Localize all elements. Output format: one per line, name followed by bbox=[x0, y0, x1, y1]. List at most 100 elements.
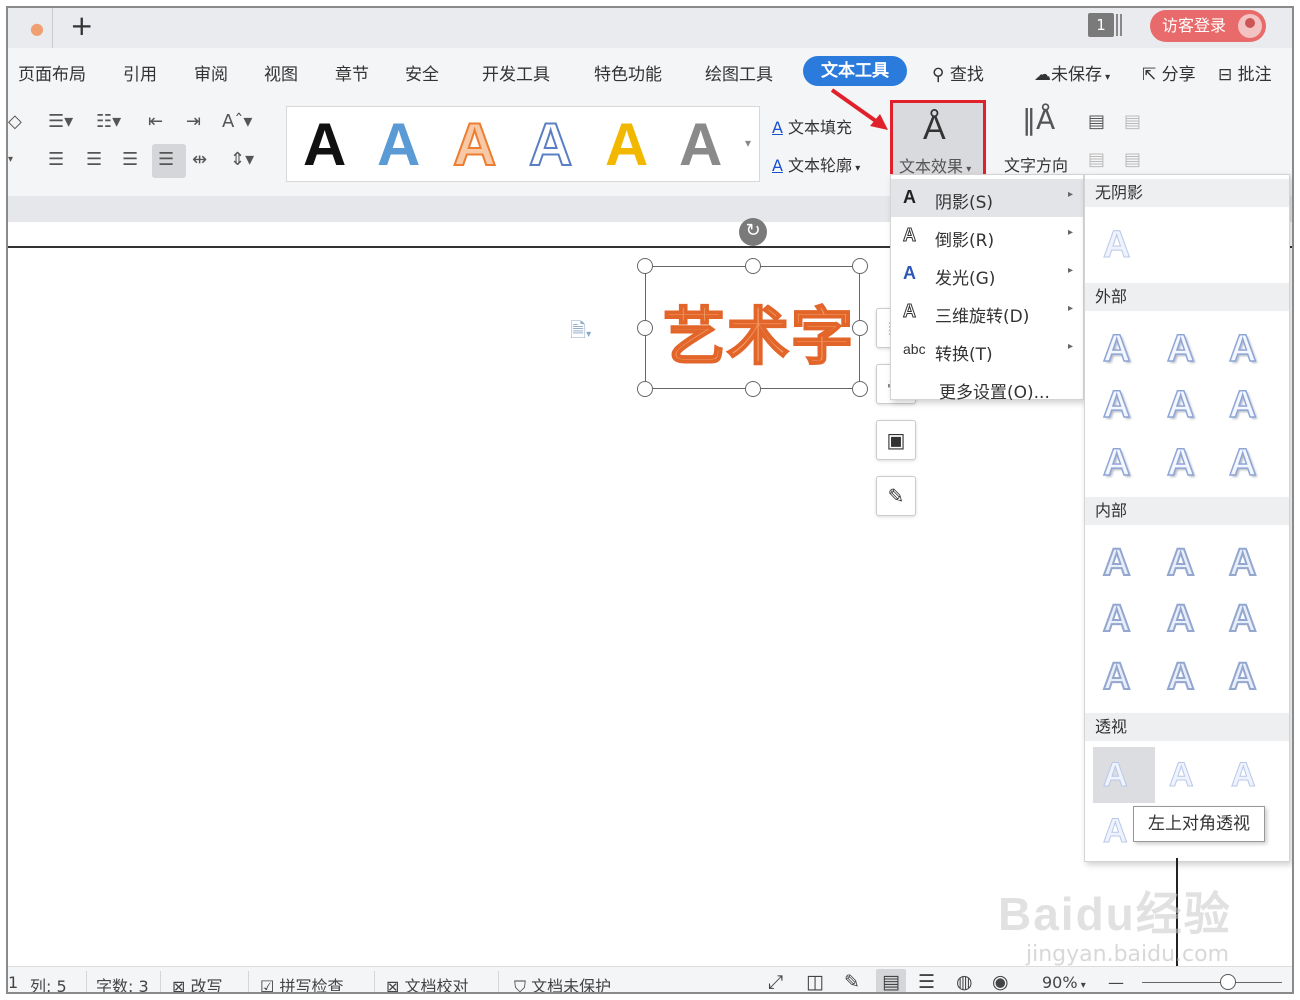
increase-indent-icon[interactable]: ⇥ bbox=[186, 112, 201, 132]
style-gold-a[interactable]: A bbox=[605, 113, 648, 177]
shadow-option-outer[interactable]: A bbox=[1228, 441, 1257, 485]
shadow-option-inner[interactable]: A bbox=[1102, 597, 1131, 641]
menu-review[interactable]: 审阅 bbox=[194, 60, 228, 85]
distribute-icon[interactable]: ⇹ bbox=[192, 150, 207, 170]
menu-item-3d-rotation[interactable]: A 三维旋转(D) ▸ bbox=[891, 293, 1083, 331]
text-effect-button[interactable]: Å 文本效果 ▾ bbox=[890, 100, 986, 182]
shadow-option-perspective[interactable]: A bbox=[1103, 753, 1129, 797]
word-count[interactable]: 字数: 3 bbox=[96, 973, 149, 992]
shadow-option-inner[interactable]: A bbox=[1102, 541, 1131, 585]
zoom-level[interactable]: 90% ▾ bbox=[1042, 973, 1086, 992]
zoom-out-button[interactable]: — bbox=[1108, 973, 1124, 992]
shadow-option-inner[interactable]: A bbox=[1102, 655, 1131, 699]
shape-fill-icon[interactable]: ▣ bbox=[876, 420, 916, 460]
style-orange-outline-a[interactable]: A bbox=[452, 112, 497, 178]
menu-text-tools[interactable]: 文本工具 bbox=[803, 56, 907, 86]
protect-button[interactable]: ⛉ 文档未保护 bbox=[514, 973, 611, 992]
shadow-option-outer[interactable]: A bbox=[1102, 441, 1131, 485]
window-count-badge[interactable]: 1 bbox=[1088, 13, 1114, 37]
format-painter-icon[interactable]: ✎ bbox=[876, 476, 916, 516]
shadow-option-outer[interactable]: A bbox=[1102, 327, 1131, 371]
menu-special-features[interactable]: 特色功能 bbox=[594, 60, 662, 85]
menu-section[interactable]: 章节 bbox=[335, 60, 369, 85]
eraser-icon[interactable]: ◇ bbox=[8, 112, 22, 132]
menu-developer-tools[interactable]: 开发工具 bbox=[482, 60, 550, 85]
rotate-handle-icon[interactable]: ↻ bbox=[739, 218, 767, 246]
text-direction-button[interactable]: 文字方向 bbox=[1004, 152, 1068, 176]
decrease-indent-icon[interactable]: ⇤ bbox=[148, 112, 163, 132]
align-left-icon[interactable]: ☰ bbox=[48, 150, 64, 170]
text-direction-icon[interactable]: ‖Å bbox=[1022, 106, 1055, 134]
outline-view-icon[interactable]: ☰ bbox=[918, 971, 935, 992]
menu-references[interactable]: 引用 bbox=[123, 60, 157, 85]
justify-icon[interactable]: ☰ bbox=[158, 150, 174, 170]
align-center-icon[interactable]: ☰ bbox=[86, 150, 102, 170]
resize-handle[interactable] bbox=[637, 258, 653, 274]
shadow-option-outer[interactable]: A bbox=[1102, 383, 1131, 427]
shadow-option-perspective[interactable]: A bbox=[1231, 753, 1257, 797]
resize-handle[interactable] bbox=[852, 258, 868, 274]
art-text[interactable]: 艺术字 bbox=[662, 286, 855, 376]
gallery-more-icon[interactable]: ▾ bbox=[745, 136, 751, 150]
shadow-option-inner[interactable]: A bbox=[1166, 541, 1195, 585]
overwrite-toggle[interactable]: ⊠ 改写 bbox=[172, 973, 223, 992]
style-black-a[interactable]: A bbox=[303, 113, 346, 177]
resize-handle[interactable] bbox=[852, 381, 868, 397]
share-button[interactable]: ⇱ 分享 bbox=[1142, 60, 1196, 85]
web-view-icon[interactable]: ◍ bbox=[956, 971, 973, 992]
shadow-option-outer[interactable]: A bbox=[1228, 383, 1257, 427]
chevron-down-icon[interactable]: ▾ bbox=[8, 150, 13, 170]
resize-handle[interactable] bbox=[637, 381, 653, 397]
resize-handle[interactable] bbox=[745, 381, 761, 397]
shadow-option-outer[interactable]: A bbox=[1166, 327, 1195, 371]
shadow-option-outer[interactable]: A bbox=[1166, 383, 1195, 427]
text-outline-button[interactable]: A 文本轮廓 ▾ bbox=[772, 152, 860, 176]
menu-security[interactable]: 安全 bbox=[405, 60, 439, 85]
shadow-option-outer[interactable]: A bbox=[1228, 327, 1257, 371]
numbered-list-icon[interactable]: ☷▾ bbox=[96, 112, 121, 132]
zoom-slider-knob[interactable] bbox=[1220, 974, 1236, 990]
guest-login-button[interactable]: 访客登录 bbox=[1150, 10, 1266, 42]
style-blue-a[interactable]: A bbox=[377, 113, 420, 177]
line-spacing-icon[interactable]: ⇕▾ bbox=[230, 150, 254, 170]
shadow-option-perspective[interactable]: A bbox=[1103, 809, 1129, 853]
shadow-option-perspective[interactable]: A bbox=[1169, 753, 1195, 797]
menu-item-glow[interactable]: A 发光(G) ▸ bbox=[891, 255, 1083, 293]
zoom-slider[interactable] bbox=[1142, 982, 1282, 983]
menu-item-reflection[interactable]: A 倒影(R) ▸ bbox=[891, 217, 1083, 255]
proofread-button[interactable]: ⊠ 文档校对 bbox=[386, 973, 469, 992]
unsaved-button[interactable]: ☁未保存 ▾ bbox=[1034, 60, 1110, 85]
menu-view[interactable]: 视图 bbox=[264, 60, 298, 85]
search-button[interactable]: ⚲ 查找 bbox=[932, 60, 984, 85]
spellcheck-button[interactable]: ☑ 拼写检查 bbox=[260, 973, 343, 992]
fullscreen-icon[interactable]: ⤢ bbox=[768, 971, 783, 992]
document-tab-dot[interactable]: ● bbox=[24, 16, 50, 42]
reading-mode-icon[interactable]: ◫ bbox=[806, 971, 824, 992]
menu-drawing-tools[interactable]: 绘图工具 bbox=[705, 60, 773, 85]
shadow-option-inner[interactable]: A bbox=[1166, 655, 1195, 699]
eye-protection-icon[interactable]: ◉ bbox=[992, 971, 1009, 992]
menu-item-transform[interactable]: abc 转换(T) ▸ bbox=[891, 331, 1083, 369]
resize-handle[interactable] bbox=[637, 320, 653, 336]
shadow-option-inner[interactable]: A bbox=[1166, 597, 1195, 641]
comment-button[interactable]: ⊟ 批注 bbox=[1218, 60, 1272, 85]
shadow-option-inner[interactable]: A bbox=[1228, 597, 1257, 641]
style-blue-outline-a[interactable]: A bbox=[528, 112, 573, 178]
write-mode-icon[interactable]: ✎ bbox=[844, 971, 860, 992]
shadow-option-none[interactable]: A bbox=[1102, 223, 1130, 267]
shadow-option-inner[interactable]: A bbox=[1228, 655, 1257, 699]
shadow-option-inner[interactable]: A bbox=[1228, 541, 1257, 585]
shadow-option-outer[interactable]: A bbox=[1166, 441, 1195, 485]
document-layout-icon[interactable]: 🗎▾ bbox=[570, 316, 591, 350]
style-gray-a[interactable]: A bbox=[679, 113, 722, 177]
menu-page-layout[interactable]: 页面布局 bbox=[18, 60, 86, 85]
resize-handle[interactable] bbox=[745, 258, 761, 274]
menu-item-shadow[interactable]: A 阴影(S) ▸ bbox=[891, 179, 1083, 217]
window-list-icon[interactable] bbox=[1116, 14, 1122, 36]
new-tab-button[interactable]: + bbox=[70, 10, 93, 42]
bullet-list-icon[interactable]: ☰▾ bbox=[48, 112, 73, 132]
menu-item-more-settings[interactable]: 更多设置(O)... bbox=[891, 369, 1083, 407]
font-size-icon[interactable]: Aˆ▾ bbox=[222, 112, 252, 132]
page-view-icon[interactable]: ▤ bbox=[876, 969, 906, 992]
page-number[interactable]: 1 bbox=[8, 973, 18, 992]
